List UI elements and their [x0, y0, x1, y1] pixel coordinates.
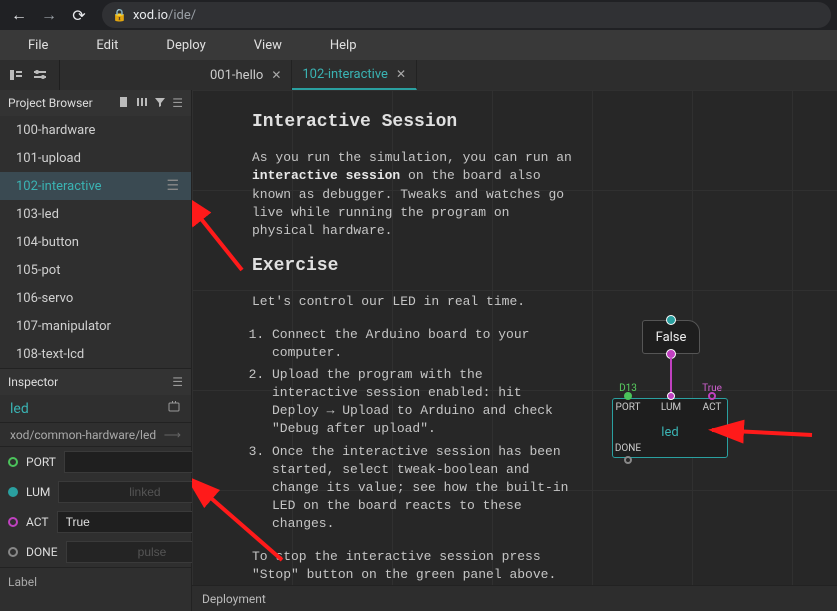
sidebar: Project Browser ☰ 100-hardware 101-uploa… [0, 90, 192, 611]
lock-icon: 🔒 [112, 8, 127, 22]
deployment-bar[interactable]: Deployment [192, 585, 837, 611]
pin-label: DONE [26, 545, 58, 559]
tab-102-interactive[interactable]: 102-interactive ✕ [292, 60, 417, 90]
doc-step-1: Connect the Arduino board to your comput… [272, 326, 572, 362]
pin-label: LUM [26, 485, 50, 499]
filter-icon[interactable] [154, 96, 166, 111]
pin-dot-icon [8, 547, 18, 557]
back-button[interactable]: ← [6, 2, 32, 28]
menu-edit[interactable]: Edit [72, 30, 142, 60]
doc-step-3: Once the interactive session has been st… [272, 443, 572, 534]
menu-help[interactable]: Help [306, 30, 381, 60]
node-type-icon [167, 400, 181, 418]
pin-row-done: DONE [0, 537, 191, 567]
node-led[interactable]: D13 True PORT LUM ACT led DONE [612, 398, 728, 458]
forward-button[interactable]: → [36, 2, 62, 28]
tree-item-100-hardware[interactable]: 100-hardware [0, 116, 191, 144]
pin-lum[interactable]: LUM [656, 397, 686, 413]
toolbar-row: 001-hello ✕ 102-interactive ✕ [0, 60, 837, 90]
inspector-label-row: Label [0, 567, 191, 595]
tree-item-107-manipulator[interactable]: 107-manipulator [0, 312, 191, 340]
link-icon[interactable]: ⟶ [164, 428, 181, 442]
inspector-panel: Inspector ☰ led xod/common-hardware/led … [0, 368, 191, 595]
tree-item-101-upload[interactable]: 101-upload [0, 144, 191, 172]
tab-label: 102-interactive [302, 67, 388, 82]
deployment-label: Deployment [202, 592, 266, 606]
doc-p3: To stop the interactive session press "S… [252, 548, 572, 585]
doc-steps: Connect the Arduino board to your comput… [252, 326, 572, 534]
doc-step-2: Upload the program with the interactive … [272, 366, 572, 439]
node-label: led [613, 425, 727, 440]
pin-act[interactable]: ACT [697, 397, 727, 413]
project-browser-title: Project Browser [8, 96, 93, 110]
close-icon[interactable]: ✕ [396, 67, 406, 81]
browser-chrome: ← → ⟳ 🔒 xod.io/ide/ [0, 0, 837, 30]
menu-deploy[interactable]: Deploy [142, 30, 229, 60]
inspector-node-path: xod/common-hardware/led ⟶ [0, 423, 191, 447]
node-label: False [656, 330, 687, 345]
editor-center: Interactive Session As you run the simul… [192, 90, 837, 611]
pin-done[interactable]: DONE [613, 443, 643, 459]
menu-icon[interactable]: ☰ [172, 96, 183, 111]
pin-dot-icon [8, 517, 18, 527]
url-text: xod.io/ide/ [133, 8, 196, 23]
doc-h1: Interactive Session [252, 110, 572, 135]
doc-p1: As you run the simulation, you can run a… [252, 149, 572, 240]
inspector-node-name: led [0, 395, 191, 423]
project-tree: 100-hardware 101-upload 102-interactive … [0, 116, 191, 368]
doc-h2: Exercise [252, 254, 572, 279]
tree-item-102-interactive[interactable]: 102-interactive ☰ [0, 172, 191, 200]
pin-dot-icon [8, 487, 18, 497]
doc-content: Interactive Session As you run the simul… [252, 110, 572, 585]
pin-row-lum: LUM [0, 477, 191, 507]
pin-dot-icon [8, 457, 18, 467]
node-tweak-boolean[interactable]: False [642, 320, 700, 354]
inspector-header: Inspector ☰ [0, 369, 191, 395]
pin-port[interactable]: PORT [613, 397, 643, 413]
menu-icon[interactable]: ☰ [172, 375, 183, 389]
panel-toggle-left-icon[interactable] [6, 65, 26, 85]
tab-label: 001-hello [210, 68, 263, 83]
tab-001-hello[interactable]: 001-hello ✕ [200, 60, 292, 90]
tree-item-108-text-lcd[interactable]: 108-text-lcd [0, 340, 191, 368]
menu-file[interactable]: File [4, 30, 72, 60]
reload-button[interactable]: ⟳ [66, 2, 92, 28]
editor-tabs: 001-hello ✕ 102-interactive ✕ [60, 60, 417, 90]
close-icon[interactable]: ✕ [271, 68, 281, 82]
menu-view[interactable]: View [230, 30, 306, 60]
tree-item-103-led[interactable]: 103-led [0, 200, 191, 228]
pin-label: ACT [26, 515, 49, 529]
tree-item-104-button[interactable]: 104-button [0, 228, 191, 256]
patch-canvas[interactable]: Interactive Session As you run the simul… [192, 90, 837, 585]
new-file-icon[interactable] [118, 96, 130, 111]
pin-row-act: ACT [0, 507, 191, 537]
tree-item-105-pot[interactable]: 105-pot [0, 256, 191, 284]
settings-icon[interactable] [30, 65, 50, 85]
item-menu-icon[interactable]: ☰ [166, 178, 179, 194]
tree-item-106-servo[interactable]: 106-servo [0, 284, 191, 312]
pin-label: PORT [26, 455, 56, 469]
url-bar[interactable]: 🔒 xod.io/ide/ [102, 2, 831, 28]
project-browser-header: Project Browser ☰ [0, 90, 191, 116]
doc-p2: Let's control our LED in real time. [252, 293, 572, 311]
columns-icon[interactable] [136, 96, 148, 111]
menu-bar: File Edit Deploy View Help [0, 30, 837, 60]
pin-row-port: PORT [0, 447, 191, 477]
